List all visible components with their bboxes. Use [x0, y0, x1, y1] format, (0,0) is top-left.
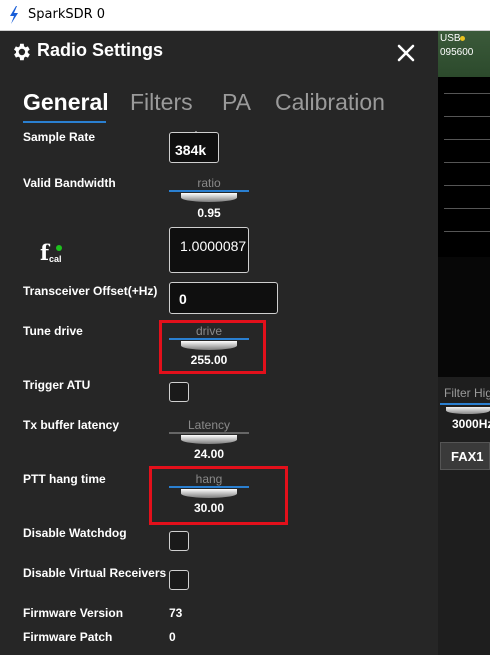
- close-icon[interactable]: [396, 43, 416, 63]
- highlight-box: [149, 466, 288, 525]
- mode-button[interactable]: FAX1: [440, 442, 490, 470]
- radio-settings-dialog: Radio Settings General Filters PA Calibr…: [0, 31, 438, 655]
- valid-bandwidth-slider[interactable]: [181, 193, 237, 202]
- ptt-hang-time-label: PTT hang time: [23, 472, 106, 486]
- valid-bandwidth-placeholder: ratio: [197, 176, 221, 190]
- valid-bandwidth-underline: [169, 190, 249, 192]
- tx-buffer-latency-slider[interactable]: [181, 435, 237, 444]
- status-dot: [56, 245, 62, 251]
- trigger-atu-label: Trigger ATU: [23, 378, 91, 392]
- transceiver-offset-label: Transceiver Offset(+Hz): [23, 284, 158, 298]
- main-window-background: USB 095600 Filter High 3000Hz FAX1: [438, 31, 490, 655]
- valid-bandwidth-value: 0.95: [197, 206, 221, 220]
- fcal-symbol: f: [40, 240, 50, 265]
- filter-high-value: 3000Hz: [452, 417, 490, 431]
- tx-buffer-latency-label: Tx buffer latency: [23, 418, 120, 432]
- disable-watchdog-label: Disable Watchdog: [23, 526, 127, 540]
- filter-high-label: Filter High: [444, 386, 490, 400]
- tx-buffer-latency-placeholder: Latency: [187, 418, 231, 432]
- valid-bandwidth-label: Valid Bandwidth: [23, 176, 116, 190]
- tx-buffer-latency-underline: [169, 432, 249, 434]
- highlight-box: [159, 320, 266, 374]
- tab-filters[interactable]: Filters: [130, 89, 193, 116]
- window-title: SparkSDR 0: [28, 7, 106, 22]
- disable-virtual-receivers-label: Disable Virtual Receivers: [23, 566, 167, 580]
- waterfall-display[interactable]: [438, 257, 490, 377]
- tune-drive-label: Tune drive: [23, 324, 83, 338]
- fcal-subscript: cal: [49, 254, 62, 264]
- dialog-title: Radio Settings: [37, 40, 164, 60]
- firmware-version-label: Firmware Version: [23, 606, 124, 620]
- tx-buffer-latency-value: 24.00: [193, 447, 225, 461]
- vfo-panel: USB 095600: [438, 31, 490, 77]
- status-dot: [460, 36, 465, 41]
- filter-high-underline: [440, 403, 490, 405]
- transceiver-offset-input[interactable]: 0: [169, 282, 278, 314]
- sample-rate-select[interactable]: 384k: [169, 132, 219, 163]
- disable-virtual-receivers-checkbox[interactable]: [169, 570, 189, 590]
- spectrum-display[interactable]: [438, 77, 490, 257]
- firmware-patch-value: 0: [169, 630, 176, 644]
- active-tab-indicator: [23, 121, 106, 123]
- tab-general[interactable]: General: [23, 89, 109, 116]
- fcal-label: fcal: [40, 240, 62, 265]
- firmware-version-value: 73: [169, 606, 183, 620]
- dialog-header: Radio Settings: [0, 31, 438, 71]
- disable-watchdog-checkbox[interactable]: [169, 531, 189, 551]
- lightning-icon: [10, 6, 18, 24]
- filter-high-slider[interactable]: [446, 407, 490, 414]
- fcal-input[interactable]: 1.0000087: [169, 227, 249, 273]
- tab-pa[interactable]: PA: [222, 89, 251, 116]
- tab-calibration[interactable]: Calibration: [275, 89, 385, 116]
- gear-icon: [14, 43, 30, 61]
- firmware-patch-label: Firmware Patch: [23, 630, 113, 644]
- mode-label: USB: [440, 33, 461, 44]
- window-title-bar: SparkSDR 0: [0, 0, 490, 31]
- trigger-atu-checkbox[interactable]: [169, 382, 189, 402]
- frequency-display: 095600: [440, 47, 474, 58]
- sample-rate-label: Sample Rate: [23, 130, 96, 144]
